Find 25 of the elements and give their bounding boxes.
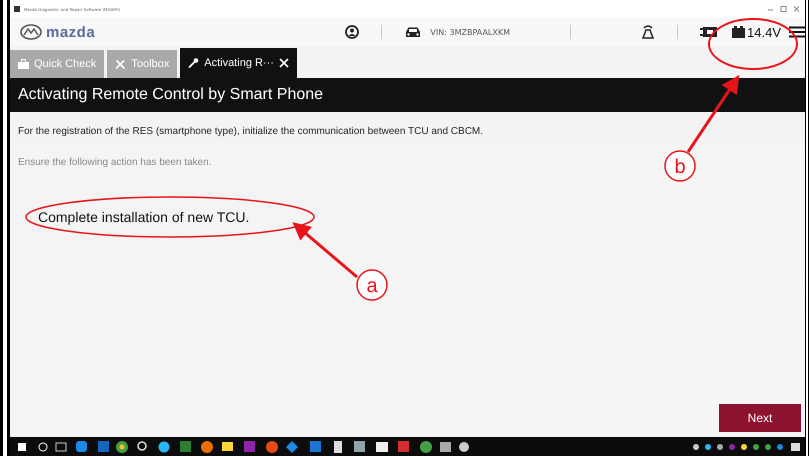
next-button[interactable]: Next: [719, 404, 801, 432]
logo-icon: [20, 24, 42, 40]
wrench-icon: [188, 58, 200, 68]
tab[interactable]: Activating R···: [180, 48, 297, 78]
vin-label: VIN: 3MZBPAALXKM: [430, 28, 510, 36]
close-icon[interactable]: [278, 58, 289, 68]
action-item: Complete installation of new TCU.: [38, 209, 250, 225]
callout-label: b: [664, 150, 696, 182]
car-icon: [404, 26, 422, 38]
app-icon: [14, 6, 20, 12]
menu-icon[interactable]: [789, 26, 805, 38]
window-controls-icon[interactable]: [767, 5, 801, 13]
annotation-arrow: [292, 222, 358, 278]
voltage-reading: 14.4V: [747, 24, 781, 40]
brand-wordmark: mazda: [46, 24, 96, 40]
system-tray-drawing[interactable]: [691, 440, 801, 452]
description-text: For the registration of the RES (smartphone type), initialize the communication between TCU and CBCM.: [18, 126, 484, 137]
tools-icon: [115, 59, 126, 69]
battery-icon: [732, 26, 746, 38]
connection-icon[interactable]: [641, 24, 656, 40]
instruction-text: Ensure the following action has been taken.: [18, 157, 212, 168]
callout-label: a: [356, 269, 388, 301]
page-title: Activating Remote Control by Smart Phone: [18, 86, 324, 104]
briefcase-icon: [18, 59, 29, 69]
user-icon[interactable]: [345, 25, 360, 39]
